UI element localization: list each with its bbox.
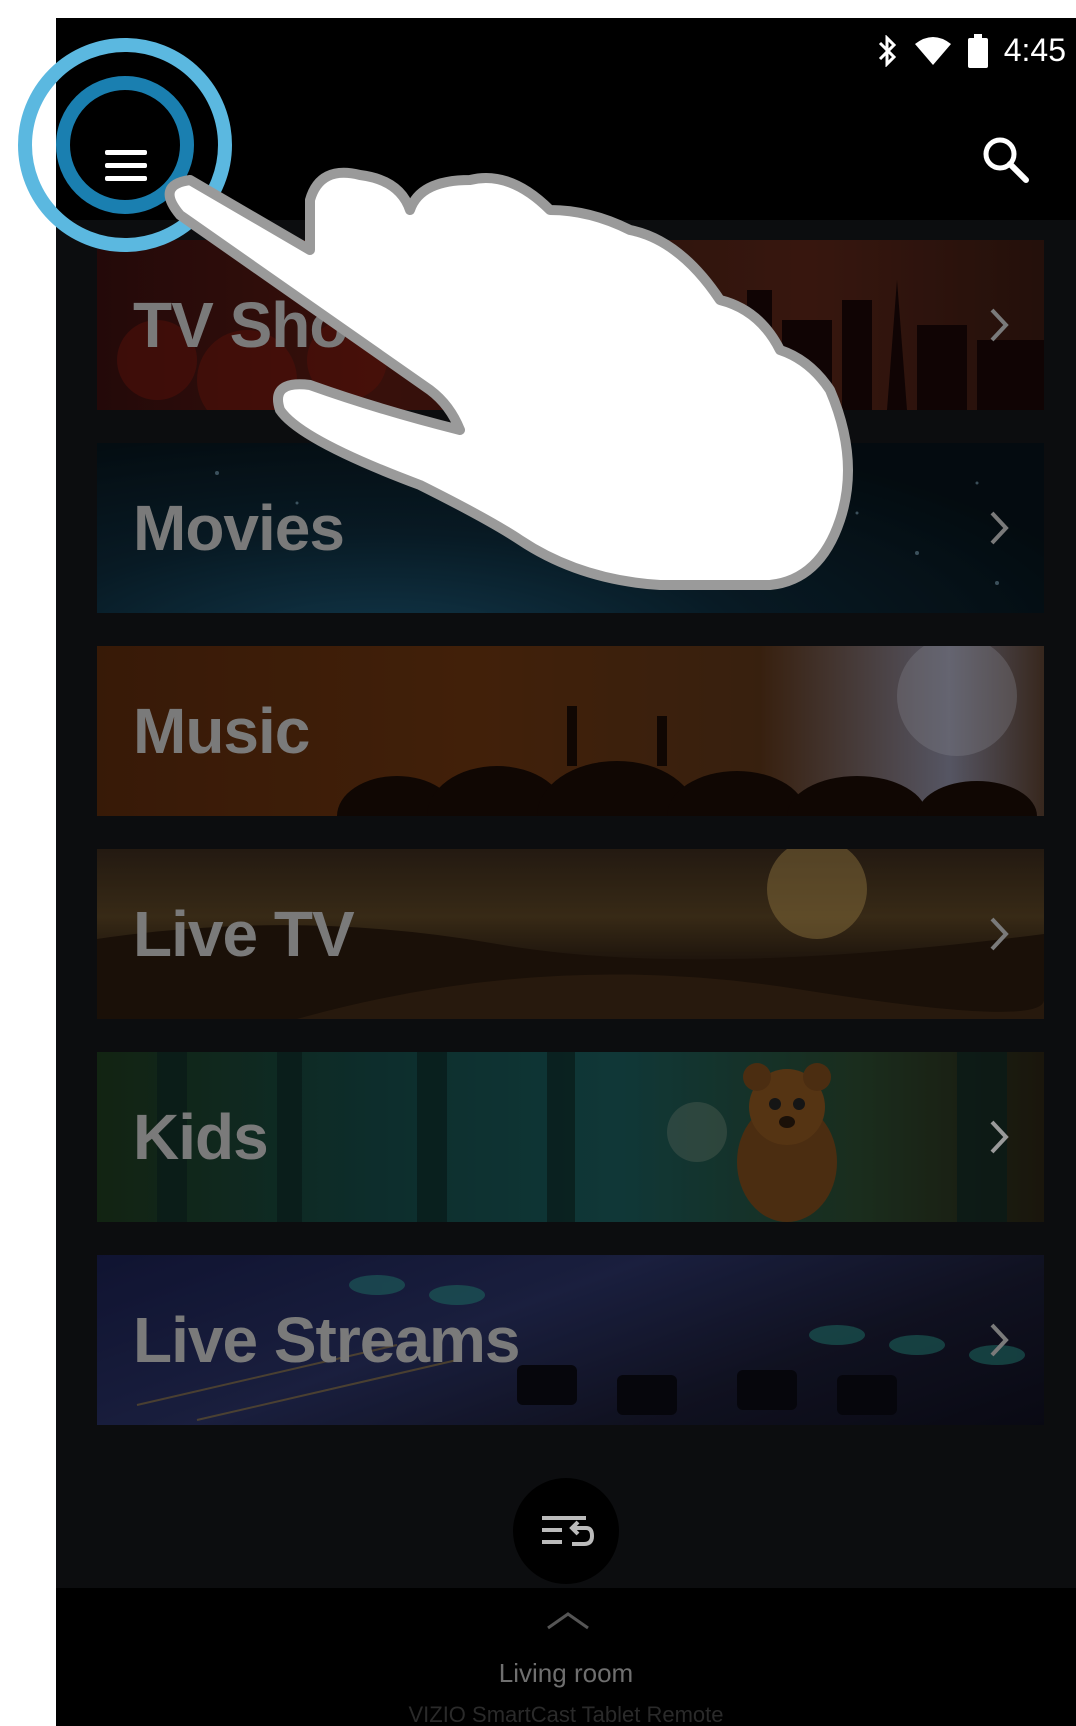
chevron-right-icon bbox=[990, 917, 1009, 951]
tile-label: Kids bbox=[133, 1101, 269, 1173]
bluetooth-icon bbox=[878, 34, 896, 67]
chevron-up-icon[interactable] bbox=[546, 1610, 590, 1630]
chevron-right-icon bbox=[990, 1323, 1009, 1357]
chevron-right-icon bbox=[990, 308, 1009, 342]
category-list: TV Sho Movies Music Live TV Kids Live St… bbox=[97, 240, 1044, 1458]
category-tile-live-tv[interactable]: Live TV bbox=[97, 849, 1044, 1019]
app-toolbar bbox=[56, 90, 1076, 220]
queue-return-icon bbox=[542, 1516, 595, 1546]
wifi-icon bbox=[914, 36, 951, 65]
status-time: 4:45 bbox=[1003, 32, 1066, 68]
device-room-label: Living room bbox=[498, 1658, 634, 1688]
category-tile-movies[interactable]: Movies bbox=[97, 443, 1044, 613]
queue-fab-button[interactable] bbox=[513, 1478, 619, 1584]
tile-label: TV Sho bbox=[133, 289, 348, 361]
chevron-right-icon bbox=[990, 1120, 1009, 1154]
category-tile-kids[interactable]: Kids bbox=[97, 1052, 1044, 1222]
tile-label: Live TV bbox=[133, 898, 355, 970]
hamburger-menu-icon[interactable] bbox=[91, 130, 161, 200]
chevron-right-icon bbox=[990, 511, 1009, 545]
tile-label: Music bbox=[133, 695, 310, 767]
status-icons: 4:45 bbox=[876, 32, 1066, 69]
search-icon[interactable] bbox=[976, 130, 1036, 190]
app-name-label: VIZIO SmartCast Tablet Remote bbox=[408, 1702, 724, 1726]
category-tile-live-streams[interactable]: Live Streams bbox=[97, 1255, 1044, 1425]
phone-screen: 4:45 TV Sho Movies Music Live TV Kids Li… bbox=[56, 18, 1076, 1726]
tile-label: Live Streams bbox=[133, 1304, 520, 1376]
category-tile-tv-shows[interactable]: TV Sho bbox=[97, 240, 1044, 410]
status-bar: 4:45 bbox=[56, 18, 1076, 90]
tile-label: Movies bbox=[133, 492, 345, 564]
battery-icon bbox=[967, 33, 988, 68]
category-tile-music[interactable]: Music bbox=[97, 646, 1044, 816]
bottom-device-panel[interactable]: Living room VIZIO SmartCast Tablet Remot… bbox=[56, 1588, 1076, 1726]
